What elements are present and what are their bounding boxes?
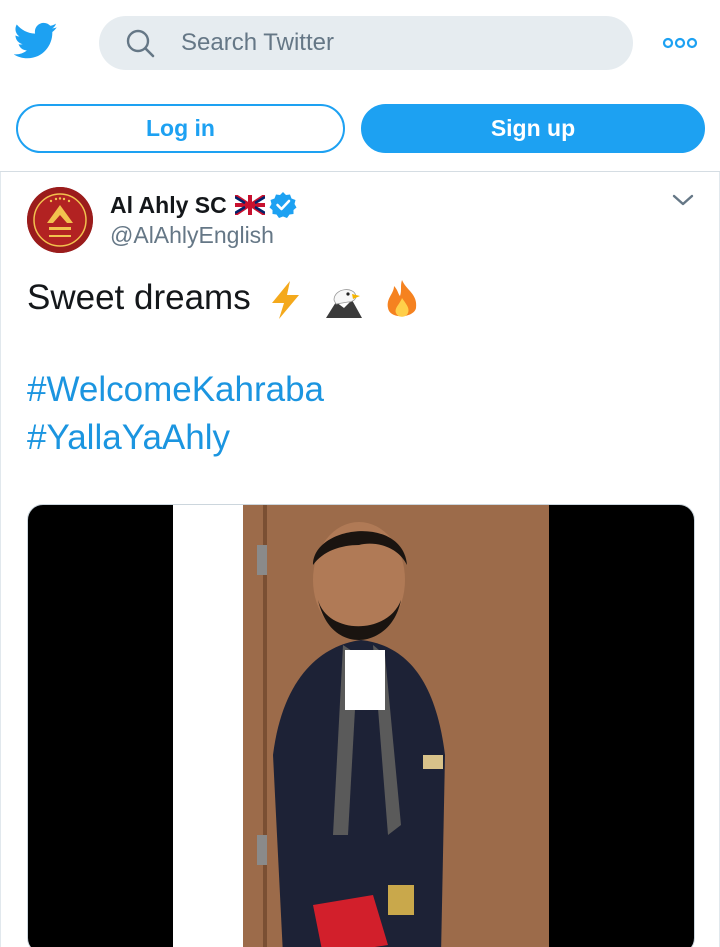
al-ahly-crest-icon xyxy=(27,187,93,253)
chevron-down-icon[interactable] xyxy=(671,192,695,208)
verified-badge-icon xyxy=(269,192,297,218)
author-handle[interactable]: @AlAhlyEnglish xyxy=(110,222,274,249)
auth-row: Log in Sign up xyxy=(0,104,720,154)
tweet-card[interactable]: Al Ahly SC @AlAhlyEnglish Sweet dreams #… xyxy=(0,172,720,947)
top-bar xyxy=(0,0,720,88)
search-input[interactable] xyxy=(181,16,611,70)
video-thumbnail[interactable] xyxy=(173,505,549,947)
tweet-text: Sweet dreams xyxy=(27,274,687,322)
avatar[interactable] xyxy=(27,187,93,253)
fire-emoji-icon xyxy=(387,279,417,317)
login-button[interactable]: Log in xyxy=(16,104,345,153)
tweet-text-content: Sweet dreams xyxy=(27,278,251,317)
lightning-emoji-icon xyxy=(272,280,300,319)
more-icon[interactable] xyxy=(662,36,698,50)
search-bar[interactable] xyxy=(99,16,633,70)
author-display-name[interactable]: Al Ahly SC xyxy=(110,192,227,219)
eagle-emoji-icon xyxy=(326,289,363,318)
search-icon xyxy=(126,29,155,58)
signup-button[interactable]: Sign up xyxy=(361,104,705,153)
author-name-row[interactable]: Al Ahly SC xyxy=(110,190,297,220)
hashtag-yallayaahly[interactable]: #YallaYaAhly xyxy=(27,418,230,458)
hashtag-welcomekahraba[interactable]: #WelcomeKahraba xyxy=(27,370,324,410)
uk-flag-icon xyxy=(234,195,265,215)
twitter-bird-icon[interactable] xyxy=(14,22,58,60)
video-media[interactable] xyxy=(27,504,695,947)
